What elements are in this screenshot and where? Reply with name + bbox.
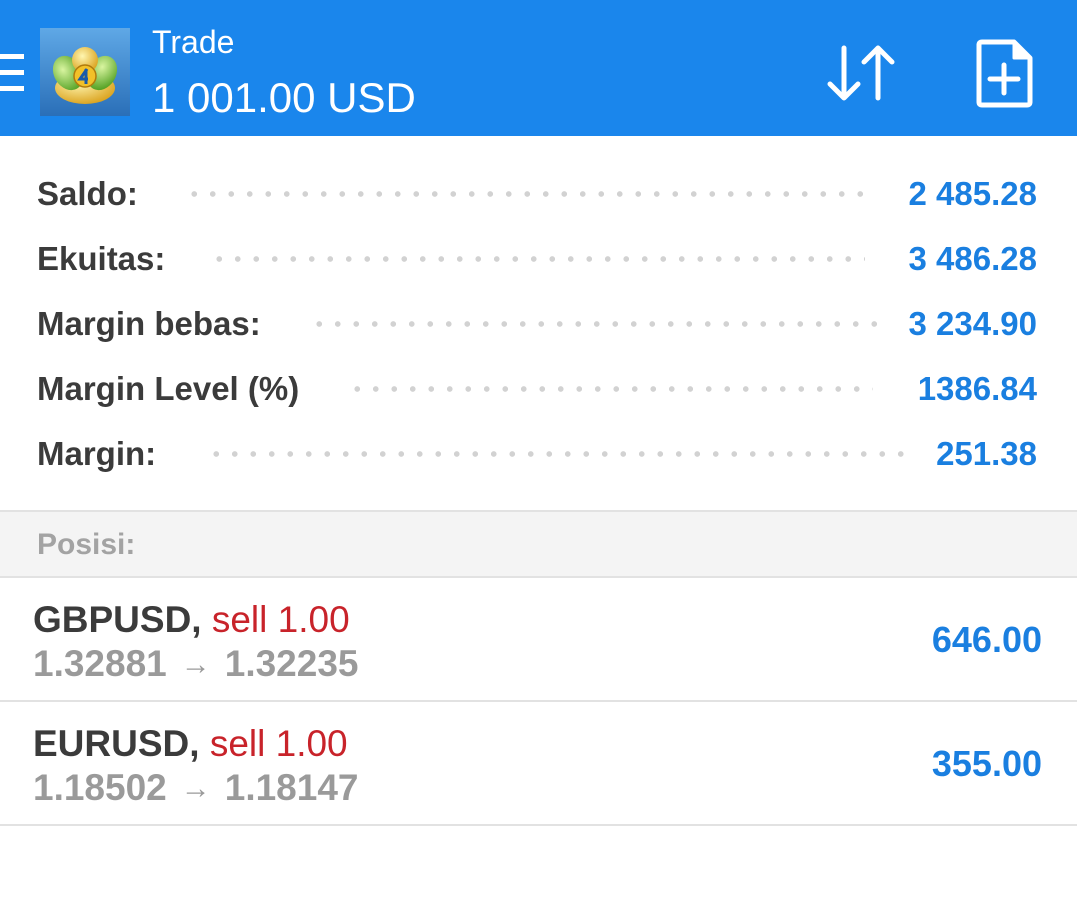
position-profit: 646.00 xyxy=(931,619,1042,660)
hamburger-menu-icon[interactable] xyxy=(0,52,26,94)
position-symbol: EURUSD, xyxy=(33,723,200,764)
summary-value: 2 485.28 xyxy=(908,175,1037,212)
current-price: 1.32235 xyxy=(224,643,359,684)
position-symbol: GBPUSD, xyxy=(33,599,202,640)
position-profit: 355.00 xyxy=(931,743,1042,784)
dotted-leader xyxy=(185,169,865,219)
summary-value: 251.38 xyxy=(936,435,1037,472)
position-header: GBPUSD, sell 1.00 xyxy=(33,598,350,642)
dotted-leader xyxy=(207,429,912,479)
screen-title: Trade xyxy=(152,24,235,60)
open-price: 1.18502 xyxy=(33,767,167,808)
summary-row-margin-level: Margin Level (%) 1386.84 xyxy=(0,364,1077,414)
summary-label: Margin bebas: xyxy=(37,305,261,342)
positions-section-header: Posisi: xyxy=(0,510,1077,578)
position-type: sell 1.00 xyxy=(209,723,348,764)
dotted-leader xyxy=(310,299,885,349)
sort-arrows-icon[interactable] xyxy=(822,38,902,108)
position-row-eurusd[interactable]: EURUSD, sell 1.00 1.18502 → 1.18147 355.00 xyxy=(0,704,1077,826)
new-document-plus-icon[interactable] xyxy=(968,38,1040,108)
position-type: sell 1.00 xyxy=(211,599,350,640)
app-header: Trade 1 001.00 USD xyxy=(0,0,1077,136)
summary-row-equity: Ekuitas: 3 486.28 xyxy=(0,234,1077,284)
summary-value: 1386.84 xyxy=(917,370,1037,407)
summary-value: 3 234.90 xyxy=(908,305,1037,342)
position-row-gbpusd[interactable]: GBPUSD, sell 1.00 1.32881 → 1.32235 646.00 xyxy=(0,580,1077,702)
arrow-right-icon: → xyxy=(180,772,211,805)
current-price: 1.18147 xyxy=(224,767,359,808)
position-prices: 1.32881 → 1.32235 xyxy=(33,642,359,687)
account-balance-header: 1 001.00 USD xyxy=(152,74,416,121)
summary-value: 3 486.28 xyxy=(908,240,1037,277)
positions-title: Posisi: xyxy=(37,528,136,561)
position-header: EURUSD, sell 1.00 xyxy=(33,722,348,766)
summary-label: Margin Level (%) xyxy=(37,370,300,407)
position-prices: 1.18502 → 1.18147 xyxy=(33,766,359,811)
summary-row-free-margin: Margin bebas: 3 234.90 xyxy=(0,299,1077,349)
summary-row-balance: Saldo: 2 485.28 xyxy=(0,169,1077,219)
metatrader-4-logo xyxy=(40,28,130,116)
arrow-right-icon: → xyxy=(180,648,211,681)
dotted-leader xyxy=(348,364,873,414)
dotted-leader xyxy=(210,234,865,284)
summary-label: Ekuitas: xyxy=(37,240,166,277)
open-price: 1.32881 xyxy=(33,643,167,684)
summary-label: Margin: xyxy=(37,435,157,472)
summary-row-margin: Margin: 251.38 xyxy=(0,429,1077,479)
summary-label: Saldo: xyxy=(37,175,138,212)
